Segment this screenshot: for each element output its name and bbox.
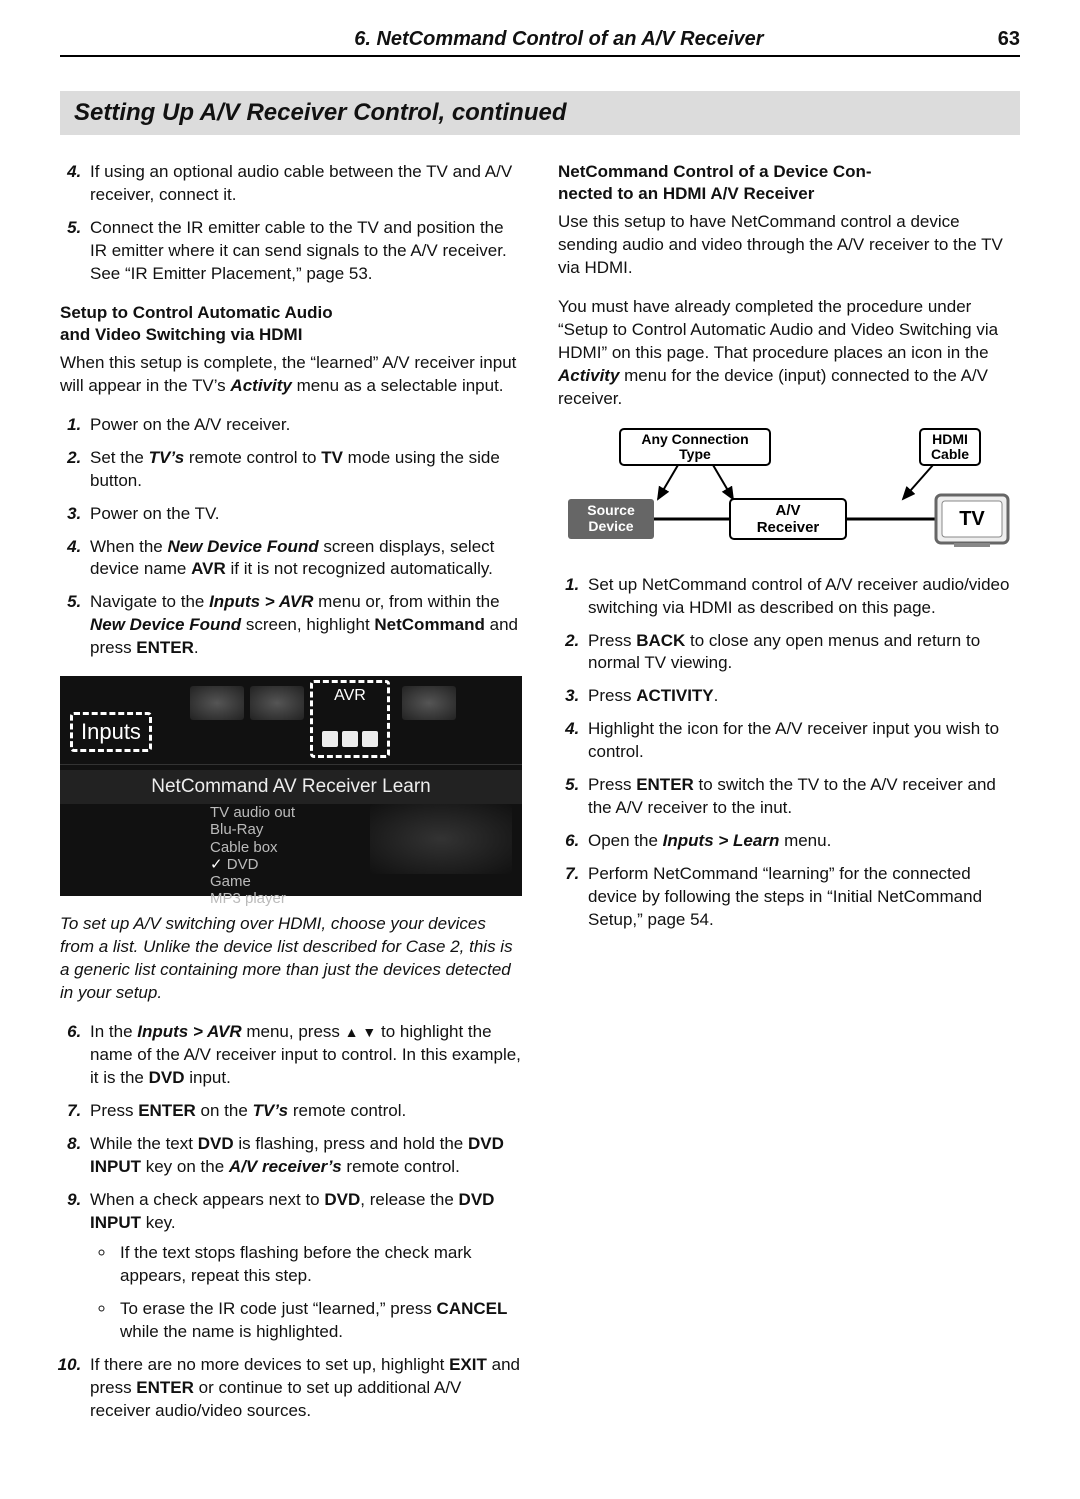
list-item: While the text DVD is flashing, press an… bbox=[86, 1133, 522, 1179]
right-para-1: Use this setup to have NetCommand contro… bbox=[558, 211, 1020, 280]
figure-caption: To set up A/V switching over HDMI, choos… bbox=[60, 913, 522, 1005]
list-item: Highlight the icon for the A/V receiver … bbox=[584, 718, 1020, 764]
screen-title: NetCommand AV Receiver Learn bbox=[60, 770, 522, 804]
steps-list-1: Power on the A/V receiver. Set the TV’s … bbox=[60, 414, 522, 660]
sub-bullets: If the text stops flashing before the ch… bbox=[90, 1242, 522, 1344]
svg-text:Source: Source bbox=[587, 502, 635, 518]
svg-text:HDMI: HDMI bbox=[932, 431, 968, 447]
section-title: Setting Up A/V Receiver Control, continu… bbox=[60, 91, 1020, 135]
right-para-2: You must have already completed the proc… bbox=[558, 296, 1020, 411]
list-item: When a check appears next to DVD, releas… bbox=[86, 1189, 522, 1345]
list-item: Press BACK to close any open menus and r… bbox=[584, 630, 1020, 676]
subhead-auto-switch: Setup to Control Automatic Audio and Vid… bbox=[60, 302, 522, 346]
connection-diagram: Any Connection Type HDMI Cable bbox=[558, 427, 1020, 554]
list-item: Connect the IR emitter cable to the TV a… bbox=[86, 217, 522, 286]
list-item: Press ENTER on the TV’s remote control. bbox=[86, 1100, 522, 1123]
list-item: If the text stops flashing before the ch… bbox=[116, 1242, 522, 1288]
subhead-intro-para: When this setup is complete, the “learne… bbox=[60, 352, 522, 398]
device-list: TV audio out Blu-Ray Cable box DVD Game … bbox=[210, 804, 295, 908]
list-item: Press ACTIVITY. bbox=[584, 685, 1020, 708]
list-item: Power on the A/V receiver. bbox=[86, 414, 522, 437]
list-item: In the Inputs > AVR menu, press ▲ ▼ to h… bbox=[86, 1021, 522, 1090]
subhead-hdmi-device: NetCommand Control of a Device Con- nect… bbox=[558, 161, 1020, 205]
svg-text:A/V: A/V bbox=[775, 502, 800, 519]
list-item: Set up NetCommand control of A/V receive… bbox=[584, 574, 1020, 620]
svg-text:Any Connection: Any Connection bbox=[641, 431, 748, 447]
svg-text:Receiver: Receiver bbox=[757, 519, 820, 536]
list-item: When the New Device Found screen display… bbox=[86, 536, 522, 582]
avr-highlight: AVR bbox=[310, 680, 390, 758]
page-number: 63 bbox=[998, 28, 1020, 51]
svg-text:Device: Device bbox=[588, 518, 633, 534]
intro-list: If using an optional audio cable between… bbox=[60, 161, 522, 286]
right-column: NetCommand Control of a Device Con- nect… bbox=[558, 161, 1020, 1439]
list-item: Navigate to the Inputs > AVR menu or, fr… bbox=[86, 591, 522, 660]
chapter-title: 6. NetCommand Control of an A/V Receiver bbox=[354, 28, 763, 51]
list-item: If using an optional audio cable between… bbox=[86, 161, 522, 207]
list-item: Open the Inputs > Learn menu. bbox=[584, 830, 1020, 853]
page-header: 6. NetCommand Control of an A/V Receiver… bbox=[60, 28, 1020, 57]
list-item: Set the TV’s remote control to TV mode u… bbox=[86, 447, 522, 493]
page: 6. NetCommand Control of an A/V Receiver… bbox=[0, 0, 1080, 1499]
right-steps: Set up NetCommand control of A/V receive… bbox=[558, 574, 1020, 932]
list-item: If there are no more devices to set up, … bbox=[86, 1354, 522, 1423]
svg-text:TV: TV bbox=[959, 508, 985, 530]
list-item: Power on the TV. bbox=[86, 503, 522, 526]
left-column: If using an optional audio cable between… bbox=[60, 161, 522, 1439]
svg-text:Cable: Cable bbox=[931, 446, 969, 462]
body-columns: If using an optional audio cable between… bbox=[60, 161, 1020, 1439]
steps-list-2: In the Inputs > AVR menu, press ▲ ▼ to h… bbox=[60, 1021, 522, 1423]
list-item: Perform NetCommand “learning” for the co… bbox=[584, 863, 1020, 932]
list-item: To erase the IR code just “learned,” pre… bbox=[116, 1298, 522, 1344]
svg-text:Type: Type bbox=[679, 446, 711, 462]
list-item: Press ENTER to switch the TV to the A/V … bbox=[584, 774, 1020, 820]
tv-menu-screenshot: Inputs AVR NetCommand AV Receiver Learn … bbox=[60, 676, 522, 896]
inputs-highlight: Inputs bbox=[70, 712, 152, 752]
